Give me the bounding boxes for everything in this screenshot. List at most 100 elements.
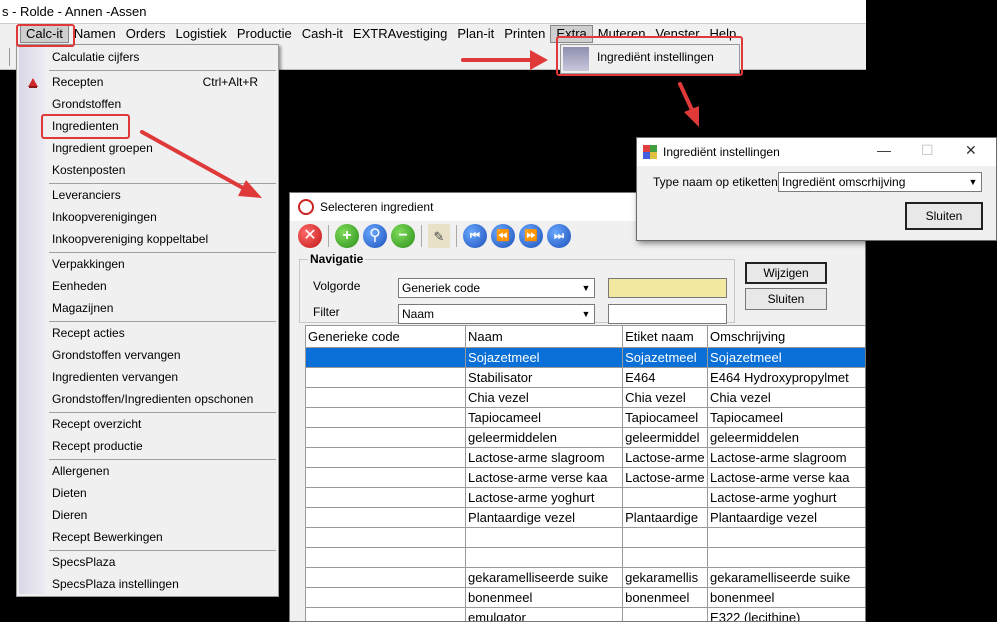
menu-item-ingredienten-vervangen[interactable]: Ingredienten vervangen	[52, 367, 272, 387]
col-omschrijving[interactable]: Omschrijving	[707, 325, 865, 348]
table-row[interactable]: Sojazetmeel Sojazetmeel Sojazetmeel	[305, 347, 865, 368]
menu-plan-it[interactable]: Plan-it	[452, 25, 499, 43]
menu-item-recept-overzicht[interactable]: Recept overzicht	[52, 414, 272, 434]
table-cell: Plantaardige	[622, 507, 709, 528]
next-record-icon[interactable]: ⏩	[519, 224, 543, 248]
arrow-to-dialog	[678, 82, 694, 112]
remove-icon[interactable]: −	[391, 224, 415, 248]
table-cell	[622, 487, 709, 508]
menu-productie[interactable]: Productie	[232, 25, 297, 43]
clipboard-icon[interactable]: ✎	[428, 224, 450, 248]
menu-item-ingredient-groepen[interactable]: Ingredient groepen	[52, 138, 272, 158]
menu-item-magazijnen[interactable]: Magazijnen	[52, 298, 272, 318]
menu-item-leveranciers[interactable]: Leveranciers	[52, 185, 272, 205]
edit-button[interactable]: Wijzigen	[745, 262, 827, 284]
search-icon[interactable]: ⚲	[363, 224, 387, 248]
table-row[interactable]: bonenmeel bonenmeel bonenmeel	[305, 587, 865, 608]
app-title: s - Rolde - Annen -Assen	[2, 4, 147, 19]
table-row[interactable]	[305, 527, 865, 548]
close-button[interactable]: Sluiten	[745, 288, 827, 310]
menu-item-inkoopverenigingen[interactable]: Inkoopverenigingen	[52, 207, 272, 227]
menu-cash-it[interactable]: Cash-it	[297, 25, 348, 43]
menu-item-recept-bewerkingen[interactable]: Recept Bewerkingen	[52, 527, 272, 547]
table-cell	[305, 467, 467, 488]
table-cell: Sojazetmeel	[465, 347, 624, 368]
menu-item-recepten[interactable]: Recepten Ctrl+Alt+R	[52, 72, 272, 92]
table-cell	[622, 527, 709, 548]
table-row[interactable]: emulgator E322 (lecithine)	[305, 607, 865, 621]
menu-item-inkoopvereniging-koppeltabel[interactable]: Inkoopvereniging koppeltabel	[52, 229, 272, 249]
table-row[interactable]: gekaramelliseerde suike gekaramellis gekar…	[305, 567, 865, 588]
table-cell: E464 Hydroxypropylmet	[707, 367, 865, 388]
table-cell	[465, 527, 624, 548]
menu-orders[interactable]: Orders	[121, 25, 171, 43]
etiket-name-type-select[interactable]: Ingrediënt omscrhijving ▼	[778, 172, 982, 192]
filter-input[interactable]	[608, 304, 727, 324]
table-cell	[707, 547, 865, 568]
table-row[interactable]: Lactose-arme yoghurt Lactose-arme yoghurt	[305, 487, 865, 508]
table-row[interactable]: Lactose-arme slagroom Lactose-arme Lactose…	[305, 447, 865, 468]
menu-item-grondstoffen[interactable]: Grondstoffen	[52, 94, 272, 114]
table-row[interactable]: Tapiocameel Tapiocameel Tapiocameel	[305, 407, 865, 428]
menu-item-recept-productie[interactable]: Recept productie	[52, 436, 272, 456]
menu-item-dieren[interactable]: Dieren	[52, 505, 272, 525]
menu-item-verpakkingen[interactable]: Verpakkingen	[52, 254, 272, 274]
table-cell: Lactose-arme yoghurt	[707, 487, 865, 508]
menu-item-allergenen[interactable]: Allergenen	[52, 461, 272, 481]
table-cell: Tapiocameel	[707, 407, 865, 428]
table-row[interactable]: Plantaardige vezel Plantaardige Plantaardi…	[305, 507, 865, 528]
menu-logistiek[interactable]: Logistiek	[171, 25, 232, 43]
menu-item-specsplaza[interactable]: SpecsPlaza	[52, 552, 272, 572]
dialog-close-button[interactable]: Sluiten	[905, 202, 983, 230]
previous-record-icon[interactable]: ⏪	[491, 224, 515, 248]
table-row[interactable]: Stabilisator E464 E464 Hydroxypropylmet	[305, 367, 865, 388]
table-row[interactable]: Lactose-arme verse kaa Lactose-arme Lactos…	[305, 467, 865, 488]
menu-printen[interactable]: Printen	[499, 25, 550, 43]
minimize-icon[interactable]: —	[877, 142, 891, 158]
highlight-calc-it	[16, 24, 75, 47]
dialog-titlebar: Ingrediënt instellingen — ☐ ✕	[637, 138, 996, 166]
menu-item-kostenposten[interactable]: Kostenposten	[52, 160, 272, 180]
add-icon[interactable]: +	[335, 224, 359, 248]
ingredient-settings-dialog: Ingrediënt instellingen — ☐ ✕ Type naam …	[636, 137, 997, 241]
table-cell: geleermiddelen	[465, 427, 624, 448]
table-cell	[305, 487, 467, 508]
filter-select[interactable]: Naam ▼	[398, 304, 595, 324]
menu-item-calculatie-cijfers[interactable]: Calculatie cijfers	[52, 47, 272, 67]
maximize-icon[interactable]: ☐	[921, 142, 934, 159]
col-etiket-naam[interactable]: Etiket naam	[622, 325, 709, 348]
dialog-title: Ingrediënt instellingen	[663, 145, 780, 159]
volgorde-label: Volgorde	[313, 279, 361, 293]
last-record-icon[interactable]: ⏭	[547, 224, 571, 248]
menu-item-opschonen[interactable]: Grondstoffen/Ingredienten opschonen	[52, 389, 272, 409]
table-cell: bonenmeel	[707, 587, 865, 608]
menu-item-grondstoffen-vervangen[interactable]: Grondstoffen vervangen	[52, 345, 272, 365]
col-generieke-code[interactable]: Generieke code	[305, 325, 467, 348]
first-record-icon[interactable]: ⏮	[463, 224, 487, 248]
volgorde-search-input[interactable]	[608, 278, 727, 298]
table-row[interactable]	[305, 547, 865, 568]
table-cell: bonenmeel	[622, 587, 709, 608]
app-title-bar: s - Rolde - Annen -Assen	[0, 0, 866, 24]
table-cell: Lactose-arme yoghurt	[465, 487, 624, 508]
highlight-ingredient-instellingen	[556, 36, 743, 76]
menu-namen[interactable]: Namen	[69, 25, 121, 43]
table-row[interactable]: Chia vezel Chia vezel Chia vezel	[305, 387, 865, 408]
delete-icon[interactable]: ✕	[298, 224, 322, 248]
menu-item-recept-acties[interactable]: Recept acties	[52, 323, 272, 343]
table-row[interactable]: geleermiddelen geleermiddel geleermiddelen	[305, 427, 865, 448]
close-icon[interactable]: ✕	[965, 142, 977, 159]
table-cell: Sojazetmeel	[707, 347, 865, 368]
table-cell: emulgator	[465, 607, 624, 621]
recipe-icon	[26, 75, 40, 89]
table-cell	[305, 347, 467, 368]
label-type-naam: Type naam op etiketten:	[653, 175, 782, 189]
menu-extravestiging[interactable]: EXTRAvestiging	[348, 25, 452, 43]
volgorde-select[interactable]: Generiek code ▼	[398, 278, 595, 298]
menu-item-dieten[interactable]: Dieten	[52, 483, 272, 503]
table-cell: Lactose-arme verse kaa	[465, 467, 624, 488]
menu-item-specsplaza-instellingen[interactable]: SpecsPlaza instellingen	[52, 574, 272, 594]
col-naam[interactable]: Naam	[465, 325, 624, 348]
menu-item-eenheden[interactable]: Eenheden	[52, 276, 272, 296]
table-cell: geleermiddel	[622, 427, 709, 448]
